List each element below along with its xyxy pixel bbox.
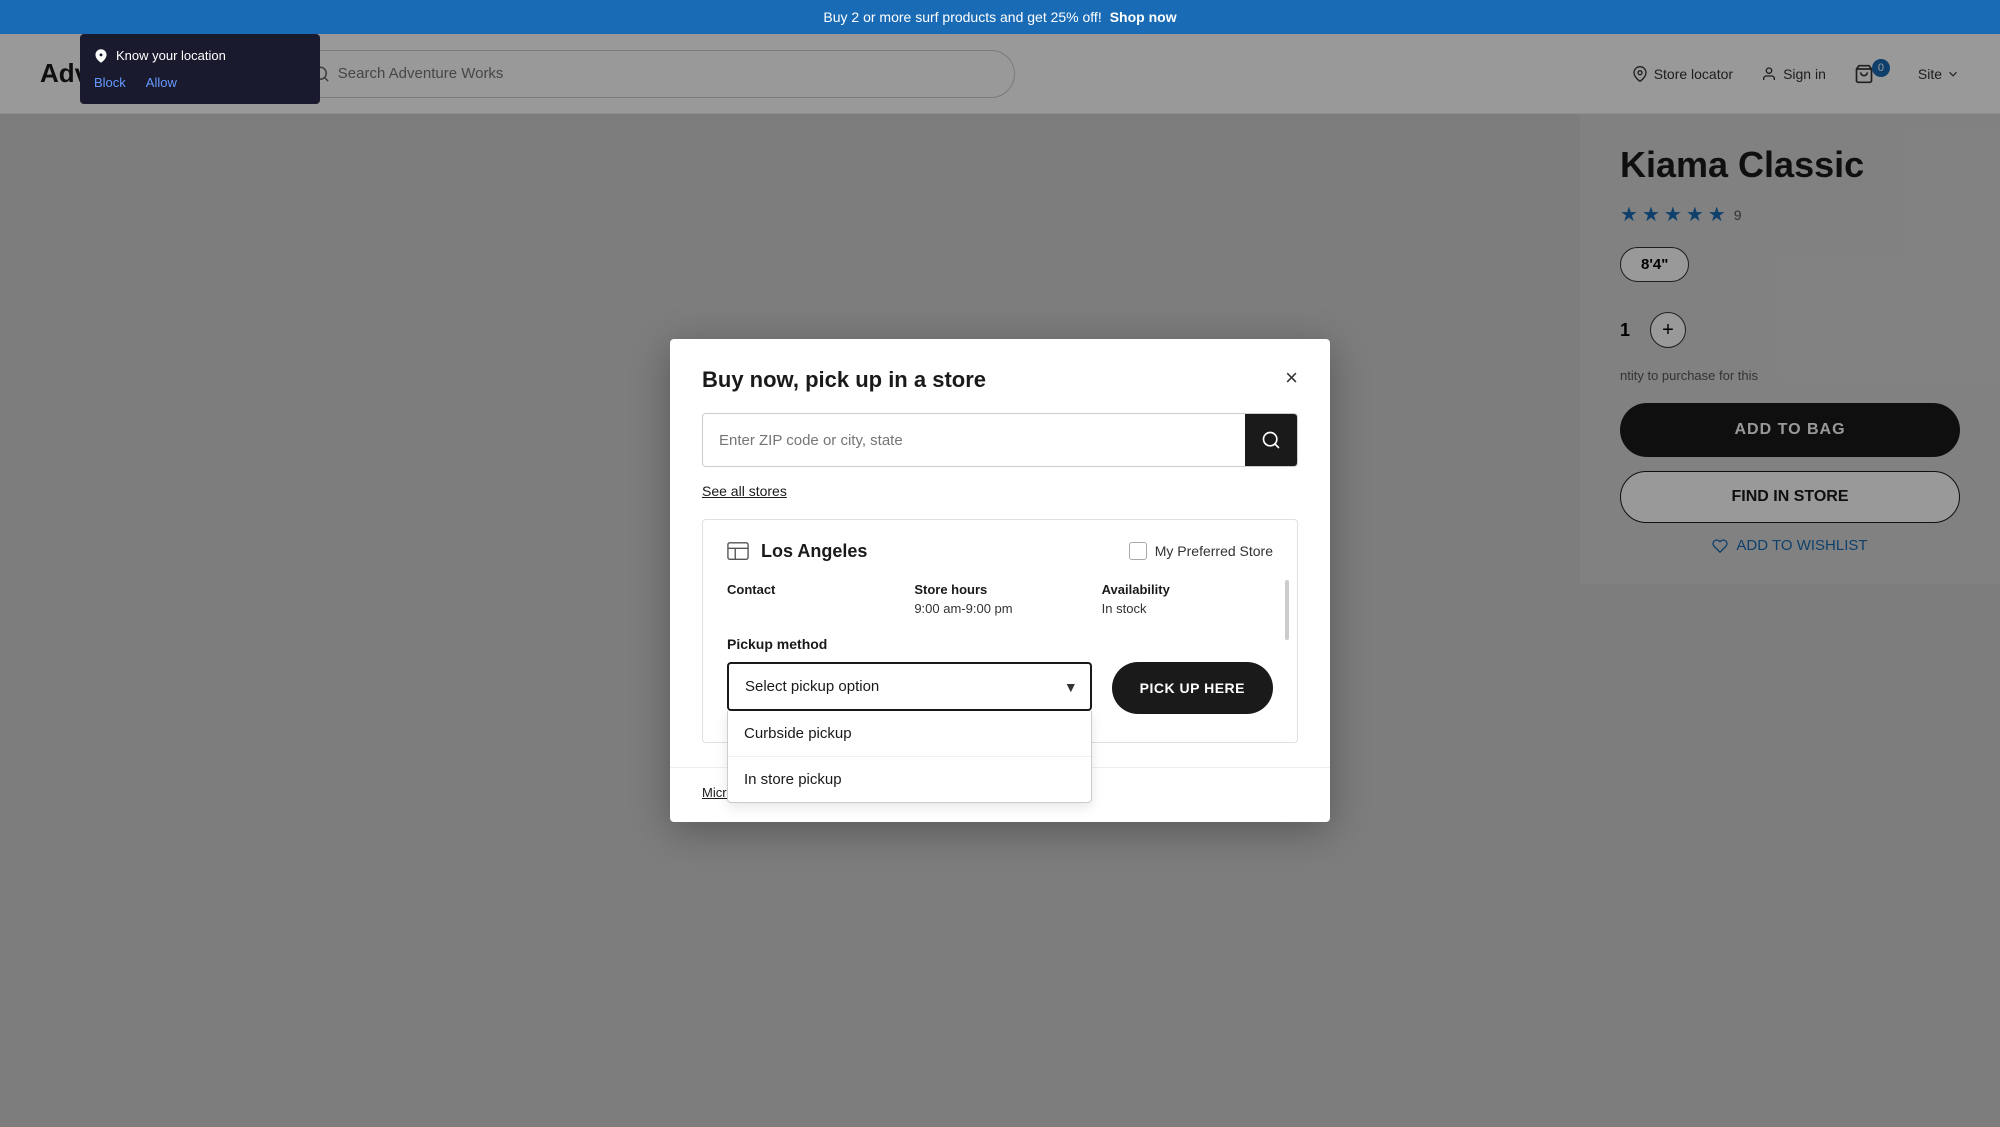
modal-overlay: Buy now, pick up in a store × See all st… [0, 34, 2000, 1127]
hours-section: Store hours 9:00 am-9:00 pm [914, 582, 1085, 616]
store-card-header: Los Angeles My Preferred Store [727, 540, 1273, 562]
pickup-option-curbside-item[interactable]: Curbside pickup [728, 711, 1091, 756]
pickup-method-label: Pickup method [727, 636, 1273, 652]
pickup-row: Select pickup option Curbside pickup In … [727, 662, 1273, 714]
store-pickup-modal: Buy now, pick up in a store × See all st… [670, 339, 1330, 822]
modal-close-button[interactable]: × [1285, 367, 1298, 389]
pickup-dropdown-options: Curbside pickup In store pickup [727, 711, 1092, 803]
zip-input[interactable] [703, 418, 1245, 463]
preferred-store-label: My Preferred Store [1155, 543, 1273, 559]
pin-icon [94, 49, 108, 63]
promo-text: Buy 2 or more surf products and get 25% … [823, 9, 1101, 25]
preferred-checkbox[interactable] [1129, 542, 1147, 560]
promo-bar: Buy 2 or more surf products and get 25% … [0, 0, 2000, 34]
modal-title: Buy now, pick up in a store [702, 367, 986, 393]
location-popup-actions: Block Allow [94, 75, 302, 90]
allow-location-button[interactable]: Allow [146, 75, 177, 90]
pickup-dropdown-wrapper: Select pickup option Curbside pickup In … [727, 662, 1092, 711]
location-popup-title: Know your location [116, 48, 226, 63]
zip-search-button[interactable] [1245, 414, 1297, 466]
search-icon [1261, 430, 1281, 450]
preferred-store-toggle[interactable]: My Preferred Store [1129, 542, 1273, 560]
pickup-option-instore-item[interactable]: In store pickup [728, 756, 1091, 802]
modal-body: See all stores Los Angeles My Preferred … [670, 413, 1330, 767]
pick-up-here-button[interactable]: PICK UP HERE [1112, 662, 1273, 714]
location-popup-header: Know your location [94, 48, 302, 63]
availability-value: In stock [1102, 601, 1273, 616]
see-all-stores-link[interactable]: See all stores [702, 483, 787, 499]
availability-label: Availability [1102, 582, 1273, 597]
hours-label: Store hours [914, 582, 1085, 597]
scrollbar[interactable] [1285, 580, 1289, 640]
modal-header: Buy now, pick up in a store × [670, 339, 1330, 413]
store-name: Los Angeles [761, 541, 867, 562]
promo-link[interactable]: Shop now [1110, 9, 1177, 25]
store-details: Contact Store hours 9:00 am-9:00 pm Avai… [727, 582, 1273, 616]
availability-section: Availability In stock [1102, 582, 1273, 616]
block-location-button[interactable]: Block [94, 75, 126, 90]
store-card: Los Angeles My Preferred Store Contact S… [702, 519, 1298, 743]
zip-search-form [702, 413, 1298, 467]
location-popup: Know your location Block Allow [80, 34, 320, 104]
pickup-method-section: Pickup method Select pickup option Curbs… [727, 636, 1273, 714]
store-name-row: Los Angeles [727, 540, 867, 562]
contact-label: Contact [727, 582, 898, 597]
contact-section: Contact [727, 582, 898, 616]
pickup-method-select[interactable]: Select pickup option Curbside pickup In … [727, 662, 1092, 711]
store-icon [727, 540, 749, 562]
hours-value: 9:00 am-9:00 pm [914, 601, 1085, 616]
